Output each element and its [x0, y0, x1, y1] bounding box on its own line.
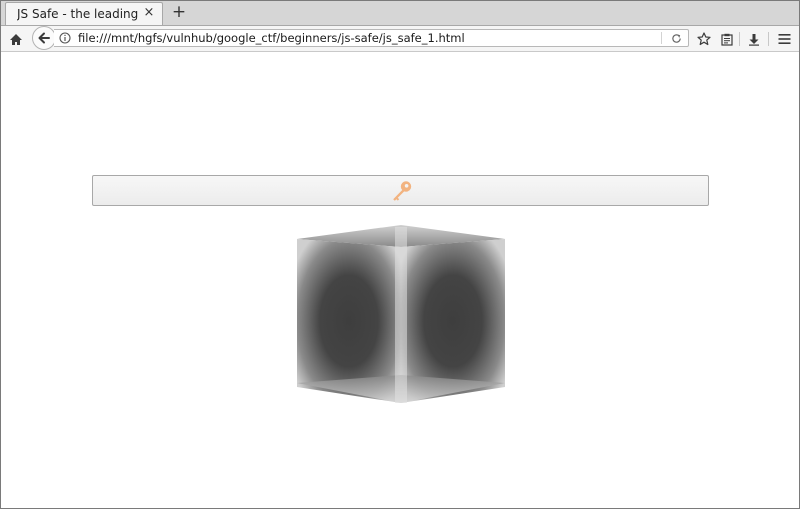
- tab-strip: JS Safe - the leading loca... × +: [1, 1, 799, 26]
- download-button[interactable]: [744, 29, 764, 49]
- star-icon: [697, 32, 711, 46]
- safe-cube: [297, 225, 505, 403]
- tab-close-icon[interactable]: ×: [142, 6, 156, 20]
- url-divider: [661, 32, 662, 44]
- home-icon: [10, 33, 22, 45]
- navigation-toolbar: file:///mnt/hgfs/vulnhub/google_ctf/begi…: [1, 26, 799, 52]
- reload-icon: [671, 33, 681, 43]
- home-button[interactable]: [6, 29, 26, 49]
- browser-window: JS Safe - the leading loca... × + file:/…: [0, 0, 800, 509]
- back-button[interactable]: [32, 26, 56, 50]
- toolbar-divider: [768, 32, 769, 46]
- cube-center-edge: [395, 227, 407, 403]
- new-tab-button[interactable]: +: [171, 3, 187, 21]
- tab-title: JS Safe - the leading loca...: [17, 7, 143, 21]
- bookmark-button[interactable]: [694, 29, 714, 49]
- info-icon[interactable]: [59, 32, 71, 44]
- key-icon: [393, 181, 412, 201]
- tab-js-safe[interactable]: JS Safe - the leading loca... ×: [5, 2, 163, 25]
- hamburger-menu-icon: [778, 34, 790, 44]
- reader-view-button[interactable]: [717, 29, 737, 49]
- back-arrow-icon: [38, 32, 50, 44]
- toolbar-divider: [739, 32, 740, 46]
- url-text: file:///mnt/hgfs/vulnhub/google_ctf/begi…: [78, 31, 465, 45]
- page-content: [1, 52, 799, 508]
- reader-view-icon: [721, 33, 733, 46]
- download-icon: [749, 33, 759, 46]
- reload-button[interactable]: [669, 31, 683, 45]
- menu-button[interactable]: [774, 29, 794, 49]
- password-input[interactable]: [92, 175, 709, 206]
- url-bar[interactable]: file:///mnt/hgfs/vulnhub/google_ctf/begi…: [54, 29, 689, 47]
